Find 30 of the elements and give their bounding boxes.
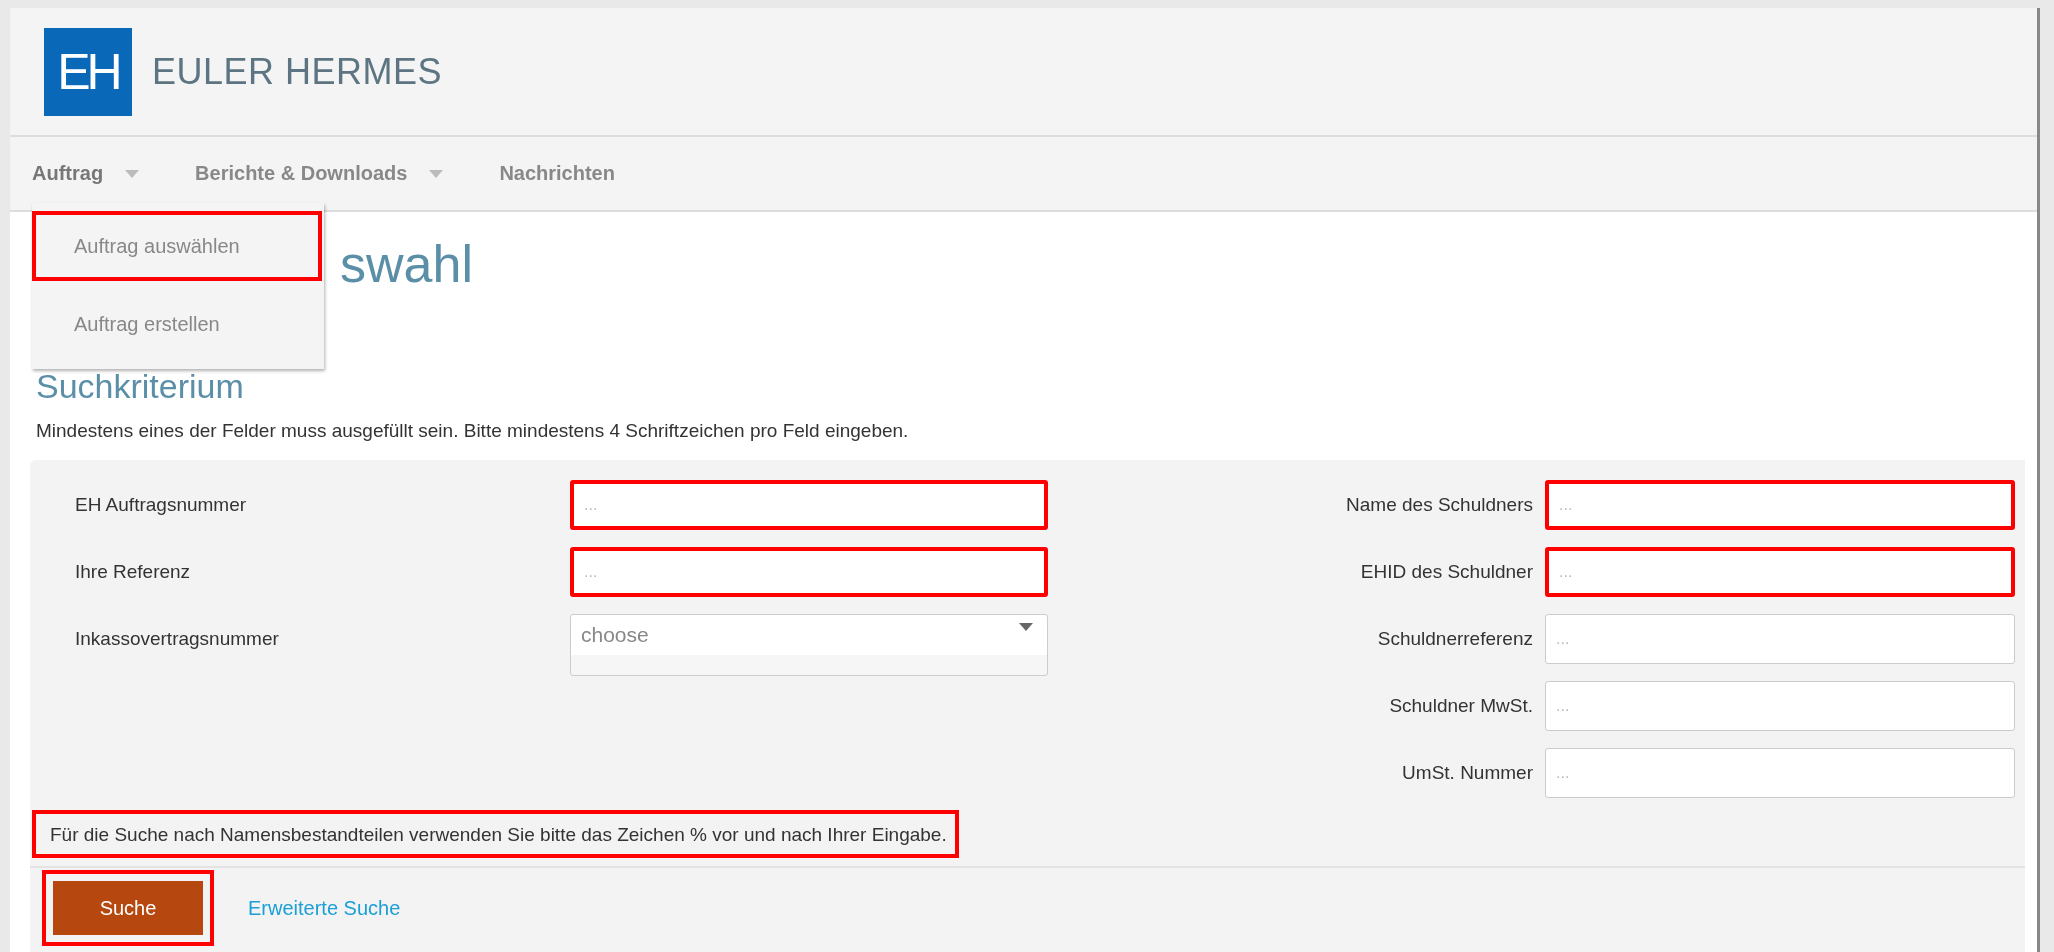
hint-text: Für die Suche nach Namensbestandteilen verwenden Sie bitte das Zeichen % vor und nach Ihrer Eingabe. [32,810,959,858]
input-field[interactable]: ... [1545,748,2015,798]
nav-item[interactable]: Nachrichten [499,162,615,185]
field-label: Ihre Referenz [75,561,192,583]
description-text: Mindestens eines der Felder muss ausgefüllt sein. Bitte mindestens 4 Schriftzeichen pro Feld eingeben. [35,420,910,442]
field-label: Schuldner MwSt. [1388,695,1533,717]
field-label: Inkassovertragsnummer [75,628,280,650]
nav-item[interactable]: Auftrag [32,162,140,185]
page-heading: swahl [340,234,473,294]
search-button[interactable]: Suche [42,870,214,946]
logo-mark: EH [44,27,132,116]
field-label: EH Auftragsnummer [75,494,248,516]
contract-select[interactable]: choose [570,614,1048,676]
menu-item[interactable]: Auftrag erstellen [32,289,322,359]
caret-icon [1019,623,1033,631]
input-field[interactable]: ... [1545,547,2015,597]
field-label: Name des Schuldners [1345,494,1533,516]
nav-item[interactable]: Berichte & Downloads [195,162,444,185]
advanced-search-link[interactable]: Erweiterte Suche [248,896,401,920]
input-field[interactable]: ... [1545,480,2015,530]
menu-item[interactable]: Auftrag auswählen [32,211,322,281]
section-heading: Suchkriterium [35,366,245,406]
input-field[interactable]: ... [570,547,1048,597]
field-label: UmSt. Nummer [1401,762,1533,784]
field-label: EHID des Schuldner [1359,561,1533,583]
field-label: Schuldnerreferenz [1376,628,1533,650]
logo-name: EULER HERMES [152,50,443,93]
input-field[interactable]: ... [1545,614,2015,664]
input-field[interactable]: ... [570,480,1048,530]
input-field[interactable]: ... [1545,681,2015,731]
